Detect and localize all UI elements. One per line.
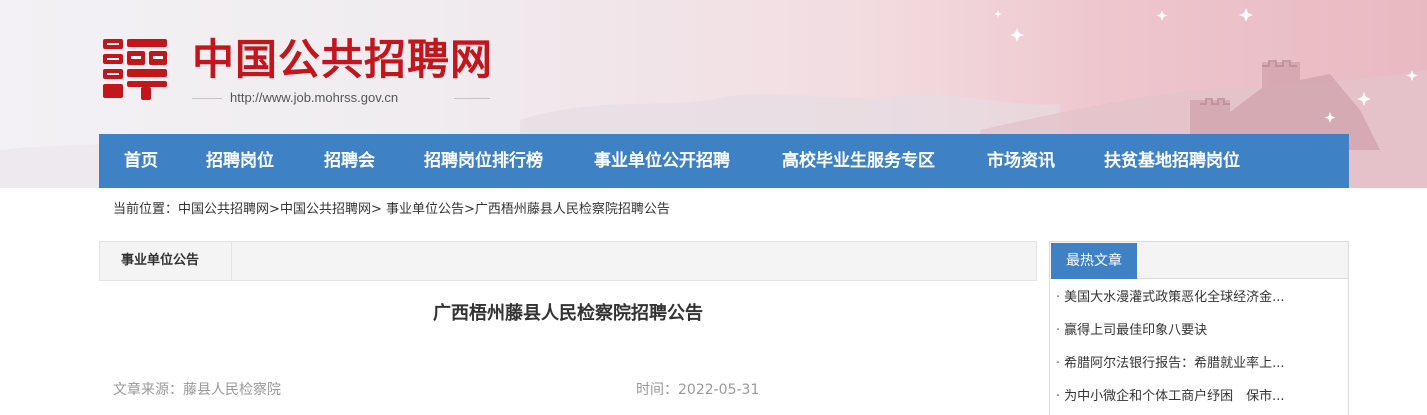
article-source: 文章来源：藤县人民检察院 bbox=[113, 380, 281, 400]
nav-item-market-news[interactable]: 市场资讯 bbox=[987, 134, 1055, 188]
breadcrumb-link-home-2[interactable]: 中国公共招聘网 bbox=[280, 202, 371, 217]
article-time-value: 2022-05-31 bbox=[678, 382, 760, 398]
hot-article-link[interactable]: 希腊阿尔法银行报告：希腊就业率上... bbox=[1064, 356, 1284, 371]
hot-article-link[interactable]: 赢得上司最佳印象八要诀 bbox=[1064, 323, 1207, 338]
nav-item-jobs[interactable]: 招聘岗位 bbox=[206, 134, 274, 188]
category-bar: 事业单位公告 bbox=[99, 241, 1037, 281]
breadcrumb-link-category[interactable]: 事业单位公告 bbox=[386, 202, 464, 217]
hot-articles-panel: 最热文章 · 美国大水漫灌式政策恶化全球经济金... · 赢得上司最佳印象八要诀 ·… bbox=[1049, 241, 1349, 415]
site-url-row: http://www.job.mohrss.gov.cn bbox=[192, 88, 490, 108]
breadcrumb-link-home[interactable]: 中国公共招聘网 bbox=[178, 202, 269, 217]
bullet: · bbox=[1056, 356, 1061, 371]
bullet: · bbox=[1056, 323, 1061, 338]
hot-articles-list: · 美国大水漫灌式政策恶化全球经济金... · 赢得上司最佳印象八要诀 · 希腊阿尔法… bbox=[1056, 282, 1342, 414]
breadcrumb-separator: > bbox=[464, 202, 475, 217]
list-item[interactable]: · 希腊阿尔法银行报告：希腊就业率上... bbox=[1056, 348, 1342, 381]
list-item[interactable]: · 美国大水漫灌式政策恶化全球经济金... bbox=[1056, 282, 1342, 315]
bullet: · bbox=[1056, 290, 1061, 305]
nav-item-public-institution[interactable]: 事业单位公开招聘 bbox=[594, 134, 730, 188]
logo-icon[interactable] bbox=[101, 36, 169, 102]
nav-item-poverty-base-jobs[interactable]: 扶贫基地招聘岗位 bbox=[1104, 134, 1240, 188]
nav-item-job-fairs[interactable]: 招聘会 bbox=[324, 134, 375, 188]
url-rule-right bbox=[454, 98, 490, 99]
hot-article-link[interactable]: 美国大水漫灌式政策恶化全球经济金... bbox=[1064, 290, 1284, 305]
bullet: · bbox=[1056, 389, 1061, 404]
article-title: 广西梧州藤县人民检察院招聘公告 bbox=[433, 303, 703, 324]
category-tab-label: 事业单位公告 bbox=[121, 253, 200, 268]
url-rule-left bbox=[192, 98, 222, 99]
category-tab[interactable]: 事业单位公告 bbox=[100, 242, 232, 280]
breadcrumb-prefix: 当前位置： bbox=[113, 202, 179, 217]
nav-item-job-rankings[interactable]: 招聘岗位排行榜 bbox=[424, 134, 543, 188]
site-url: http://www.job.mohrss.gov.cn bbox=[230, 90, 399, 105]
hot-article-link[interactable]: 为中小微企和个体工商户纾困 保市... bbox=[1064, 389, 1284, 404]
main-nav: 首页 招聘岗位 招聘会 招聘岗位排行榜 事业单位公开招聘 高校毕业生服务专区 市… bbox=[99, 134, 1349, 188]
breadcrumb-link-current[interactable]: 广西梧州藤县人民检察院招聘公告 bbox=[475, 202, 670, 217]
list-item[interactable]: · 赢得上司最佳印象八要诀 bbox=[1056, 315, 1342, 348]
hot-articles-header: 最热文章 bbox=[1050, 242, 1348, 279]
article-source-label: 文章来源： bbox=[113, 382, 183, 398]
article-source-value: 藤县人民检察院 bbox=[183, 382, 281, 398]
breadcrumb-separator: > bbox=[370, 202, 386, 217]
article-time: 时间：2022-05-31 bbox=[636, 380, 759, 400]
breadcrumb: 当前位置：中国公共招聘网>中国公共招聘网> 事业单位公告>广西梧州藤县人民检察院… bbox=[113, 200, 670, 220]
nav-item-home[interactable]: 首页 bbox=[124, 134, 158, 188]
article-time-label: 时间： bbox=[636, 382, 678, 398]
list-item[interactable]: · 为中小微企和个体工商户纾困 保市... bbox=[1056, 381, 1342, 414]
breadcrumb-separator: > bbox=[269, 202, 280, 217]
hot-articles-tab[interactable]: 最热文章 bbox=[1051, 243, 1137, 279]
nav-item-graduates[interactable]: 高校毕业生服务专区 bbox=[782, 134, 935, 188]
site-name[interactable]: 中国公共招聘网 bbox=[192, 35, 493, 85]
